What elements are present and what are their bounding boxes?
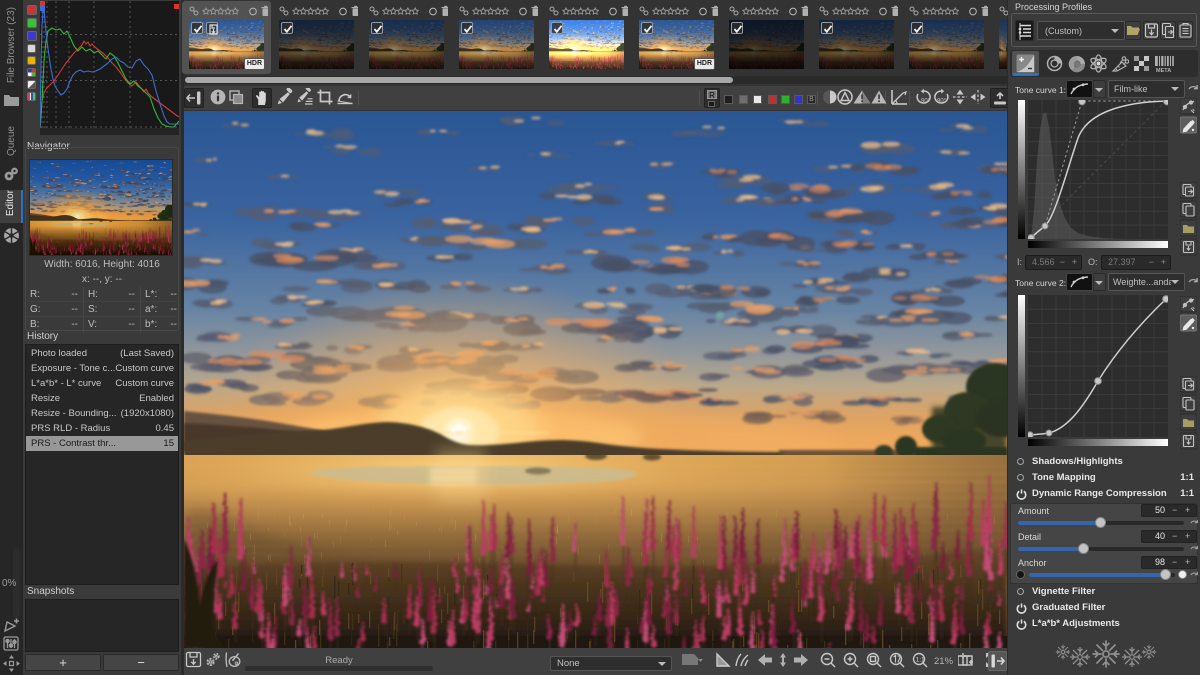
svg-text:META: META	[1156, 68, 1171, 73]
svg-text:1:1: 1:1	[916, 657, 925, 664]
svg-text:90°: 90°	[937, 99, 947, 105]
svg-text:90°: 90°	[921, 99, 931, 105]
